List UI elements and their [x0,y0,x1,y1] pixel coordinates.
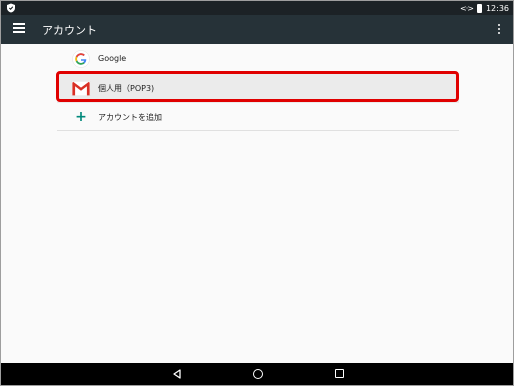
page-title: アカウント [42,24,97,37]
app-bar: アカウント [1,15,513,44]
plus-icon: + [75,109,87,125]
google-logo-icon [71,49,91,69]
navigation-bar [1,363,513,385]
account-label-google: Google [98,54,127,63]
home-icon[interactable] [253,369,263,379]
status-bar: <·> 12:36 [1,1,513,15]
account-item-google[interactable]: Google [57,45,459,74]
hamburger-menu-icon[interactable] [13,23,25,35]
add-account-button[interactable]: + アカウントを追加 [57,103,459,132]
status-time: 12:36 [485,3,509,13]
shield-icon [7,3,15,13]
recent-apps-icon[interactable] [335,369,344,378]
status-right: <·> 12:36 [460,1,509,15]
battery-icon [476,3,482,13]
sync-icon: <·> [459,3,474,13]
more-vert-icon[interactable] [498,24,501,36]
highlight-frame [56,71,459,102]
add-account-label: アカウントを追加 [98,113,162,122]
back-icon[interactable] [172,369,182,379]
screen-frame: <·> 12:36 アカウント Google 個人用（POP3) + アカウント… [0,0,514,386]
divider [57,130,459,131]
